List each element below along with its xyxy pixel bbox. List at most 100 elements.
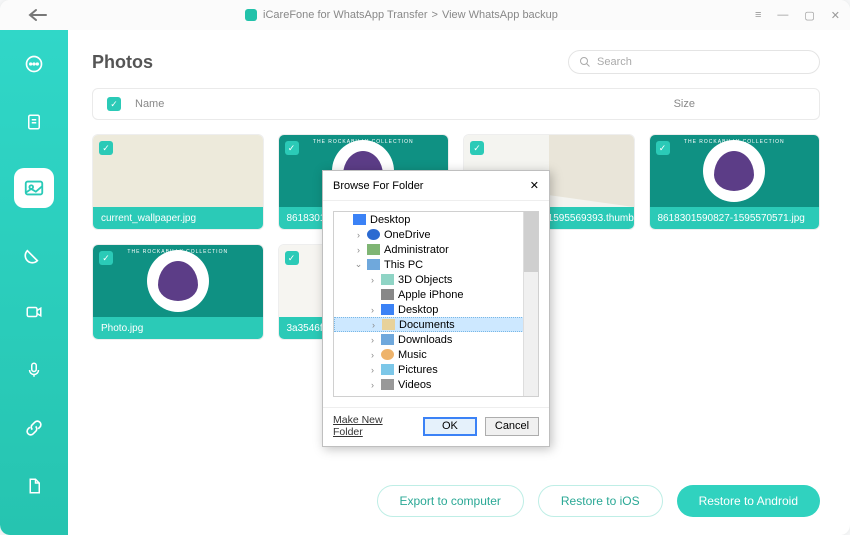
tree-label: Pictures bbox=[398, 364, 438, 376]
photo-checkbox[interactable]: ✓ bbox=[99, 251, 113, 265]
back-button[interactable] bbox=[28, 8, 48, 22]
photo-checkbox[interactable]: ✓ bbox=[99, 141, 113, 155]
photo-thumbnail: THE ROCKABILLY COLLECTION bbox=[93, 245, 263, 317]
restore-android-button[interactable]: Restore to Android bbox=[677, 485, 820, 517]
breadcrumb-sep: > bbox=[432, 9, 438, 21]
tree-label: Desktop bbox=[370, 214, 410, 226]
breadcrumb: iCareFone for WhatsApp Transfer > View W… bbox=[48, 9, 755, 21]
tree-node[interactable]: › Desktop bbox=[334, 302, 538, 317]
expand-icon[interactable]: › bbox=[368, 350, 377, 360]
photo-card[interactable]: ✓current_wallpaper.jpg bbox=[92, 134, 264, 230]
folder-icon bbox=[381, 334, 394, 345]
tree-node[interactable]: › Administrator bbox=[334, 242, 538, 257]
photo-filename: 8618301590827-1595570571.jpg bbox=[650, 207, 820, 229]
expand-icon[interactable]: › bbox=[368, 365, 377, 375]
photo-checkbox[interactable]: ✓ bbox=[285, 141, 299, 155]
photo-card[interactable]: ✓THE ROCKABILLY COLLECTION8618301590827-… bbox=[649, 134, 821, 230]
tree-label: Desktop bbox=[398, 304, 438, 316]
folder-tree: Desktop › OneDrive › Administrator ⌄ This PC › 3… bbox=[333, 211, 539, 397]
browse-folder-dialog: Browse For Folder ✕ Desktop › OneDrive › Adm… bbox=[322, 170, 550, 447]
menu-button[interactable]: ≡ bbox=[755, 9, 761, 22]
folder-icon bbox=[382, 319, 395, 330]
tree-node[interactable]: ⌄ This PC bbox=[334, 257, 538, 272]
tree-node[interactable]: › Music bbox=[334, 347, 538, 362]
tree-label: 3D Objects bbox=[398, 274, 452, 286]
expand-icon[interactable]: › bbox=[368, 380, 377, 390]
export-button[interactable]: Export to computer bbox=[377, 485, 524, 517]
dialog-title: Browse For Folder bbox=[333, 180, 423, 192]
tree-node[interactable]: › Pictures bbox=[334, 362, 538, 377]
folder-icon bbox=[367, 244, 380, 255]
tree-label: Documents bbox=[399, 319, 455, 331]
sidebar-item-file[interactable] bbox=[22, 474, 46, 498]
folder-icon bbox=[381, 349, 394, 360]
expand-icon[interactable]: › bbox=[354, 230, 363, 240]
folder-icon bbox=[381, 289, 394, 300]
tree-node[interactable]: › Downloads bbox=[334, 332, 538, 347]
photo-thumbnail: THE ROCKABILLY COLLECTION bbox=[650, 135, 820, 207]
photo-filename: Photo.jpg bbox=[93, 317, 263, 339]
cancel-button[interactable]: Cancel bbox=[485, 417, 539, 436]
sidebar-item-chat[interactable] bbox=[22, 52, 46, 76]
sidebar-item-document[interactable] bbox=[22, 110, 46, 134]
tree-label: Apple iPhone bbox=[398, 289, 463, 301]
tree-label: Videos bbox=[398, 379, 431, 391]
photo-checkbox[interactable]: ✓ bbox=[470, 141, 484, 155]
expand-icon[interactable]: › bbox=[354, 245, 363, 255]
tree-node[interactable]: Apple iPhone bbox=[334, 287, 538, 302]
folder-icon bbox=[381, 274, 394, 285]
sidebar-item-sticker[interactable] bbox=[22, 242, 46, 266]
page-title: Photos bbox=[92, 52, 153, 73]
make-new-folder-link[interactable]: Make New Folder bbox=[333, 414, 407, 438]
folder-icon bbox=[367, 259, 380, 270]
tree-label: Administrator bbox=[384, 244, 449, 256]
sidebar-item-video[interactable] bbox=[22, 300, 46, 324]
tree-node[interactable]: Desktop bbox=[334, 212, 538, 227]
app-window: iCareFone for WhatsApp Transfer > View W… bbox=[0, 0, 850, 535]
footer-actions: Export to computer Restore to iOS Restor… bbox=[377, 485, 821, 517]
tree-node[interactable]: › Videos bbox=[334, 377, 538, 392]
search-icon bbox=[579, 56, 591, 68]
ok-button[interactable]: OK bbox=[423, 417, 477, 436]
tree-node[interactable]: › Documents bbox=[334, 317, 538, 332]
tree-scrollbar[interactable] bbox=[523, 212, 538, 396]
sidebar-item-link[interactable] bbox=[22, 416, 46, 440]
tree-label: Downloads bbox=[398, 334, 452, 346]
sidebar bbox=[0, 30, 68, 535]
restore-ios-button[interactable]: Restore to iOS bbox=[538, 485, 663, 517]
minimize-button[interactable]: ― bbox=[777, 9, 788, 22]
search-input[interactable]: Search bbox=[568, 50, 820, 74]
folder-icon bbox=[381, 304, 394, 315]
window-controls: ≡ ― ▢ ✕ bbox=[755, 9, 840, 22]
maximize-button[interactable]: ▢ bbox=[804, 9, 814, 22]
close-button[interactable]: ✕ bbox=[831, 9, 840, 22]
tree-label: OneDrive bbox=[384, 229, 430, 241]
sidebar-item-photos[interactable] bbox=[14, 168, 54, 208]
expand-icon[interactable]: ⌄ bbox=[354, 259, 363, 270]
tree-node[interactable]: › 3D Objects bbox=[334, 272, 538, 287]
breadcrumb-page: View WhatsApp backup bbox=[442, 9, 558, 21]
app-name: iCareFone for WhatsApp Transfer bbox=[263, 9, 427, 21]
tree-label: This PC bbox=[384, 259, 423, 271]
photo-thumbnail bbox=[93, 135, 263, 207]
expand-icon[interactable]: › bbox=[368, 275, 377, 285]
table-header: ✓ Name Size bbox=[92, 88, 820, 120]
titlebar: iCareFone for WhatsApp Transfer > View W… bbox=[0, 0, 850, 30]
search-placeholder: Search bbox=[597, 56, 632, 68]
photo-checkbox[interactable]: ✓ bbox=[285, 251, 299, 265]
expand-icon[interactable]: › bbox=[368, 305, 377, 315]
app-logo-icon bbox=[245, 9, 257, 21]
photo-card[interactable]: ✓THE ROCKABILLY COLLECTIONPhoto.jpg bbox=[92, 244, 264, 340]
photo-checkbox[interactable]: ✓ bbox=[656, 141, 670, 155]
column-name: Name bbox=[135, 98, 164, 110]
dialog-close-icon[interactable]: ✕ bbox=[530, 179, 539, 192]
folder-icon bbox=[353, 214, 366, 225]
tree-label: Music bbox=[398, 349, 427, 361]
folder-icon bbox=[381, 379, 394, 390]
expand-icon[interactable]: › bbox=[369, 320, 378, 330]
sidebar-item-audio[interactable] bbox=[22, 358, 46, 382]
select-all-checkbox[interactable]: ✓ bbox=[107, 97, 121, 111]
column-size: Size bbox=[674, 98, 695, 110]
expand-icon[interactable]: › bbox=[368, 335, 377, 345]
tree-node[interactable]: › OneDrive bbox=[334, 227, 538, 242]
